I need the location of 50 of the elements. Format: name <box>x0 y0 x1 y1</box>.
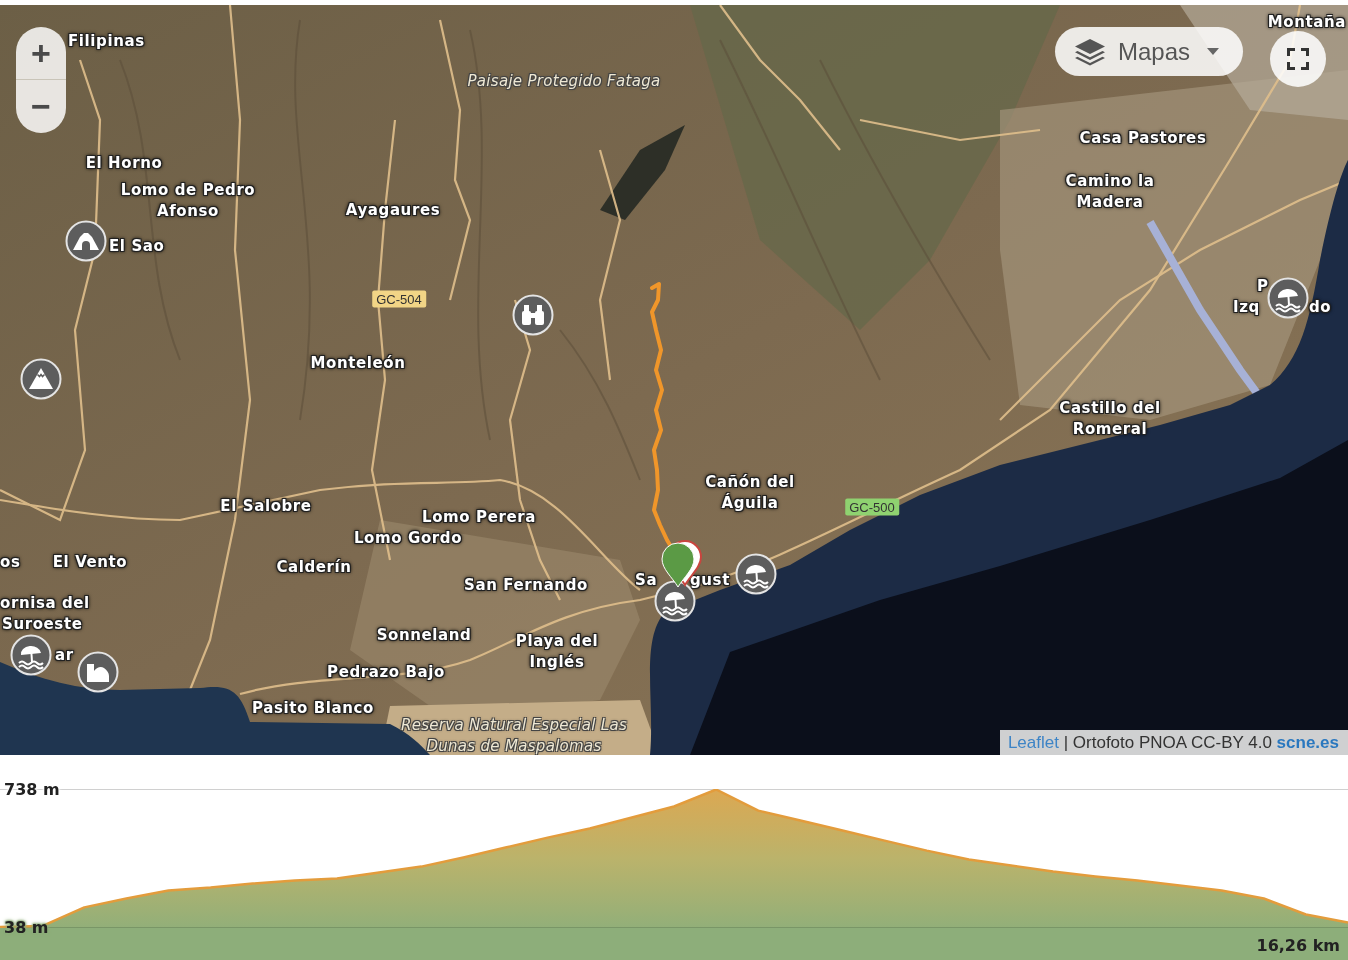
place-label: San Fernando <box>464 575 588 596</box>
layers-icon <box>1074 37 1106 66</box>
road-shield: GC-500 <box>845 498 899 516</box>
attribution-text: Leaflet | Ortofoto PNOA CC-BY 4.0 scne.es <box>999 730 1348 755</box>
place-label: Camino la Madera <box>1064 171 1156 213</box>
place-label: do <box>1309 297 1332 318</box>
binoculars-icon <box>512 294 554 336</box>
place-label: ornisa del <box>0 593 90 614</box>
distance-label: 16,26 km <box>1256 936 1340 956</box>
caret-icon <box>1207 48 1220 55</box>
place-label: Lomo Perera <box>422 507 536 528</box>
layer-switcher-button[interactable]: Mapas <box>1055 27 1243 76</box>
beach-umbrella-icon <box>735 553 777 595</box>
place-label: Lomo de Pedro Afonso <box>119 180 257 222</box>
place-label: Playa del Inglés <box>514 631 600 673</box>
zoom-in-button[interactable]: + <box>16 27 66 80</box>
place-label: Montaña <box>1267 12 1346 33</box>
zoom-out-button[interactable]: − <box>16 80 66 133</box>
protected-area-label: Paisaje Protegido Fataga <box>467 71 661 92</box>
place-label: Filipinas <box>68 31 145 52</box>
beach-umbrella-icon <box>1267 277 1309 319</box>
place-label: Izq <box>1233 297 1260 318</box>
place-label: El Horno <box>85 153 163 174</box>
place-label: ar <box>55 645 74 666</box>
place-label: Sa <box>635 570 658 591</box>
mountain-peak-icon <box>20 358 62 400</box>
protected-area-label: Reserva Natural Especial Las Dunas de Maspalomas <box>399 715 629 755</box>
place-label: Ayagaures <box>345 200 441 221</box>
place-label: Calderín <box>276 557 352 578</box>
place-label: Cañón del Águila <box>704 472 796 514</box>
place-label: Sonneland <box>376 625 472 646</box>
place-label: El Vento <box>52 552 128 573</box>
beach-umbrella-icon <box>10 634 52 676</box>
place-label: Casa Pastores <box>1079 128 1207 149</box>
place-label: Lomo Gordo <box>353 528 463 549</box>
fullscreen-icon <box>1287 48 1309 70</box>
place-label: os <box>0 552 21 573</box>
place-label: Monteleón <box>310 353 406 374</box>
place-label: gust <box>690 570 730 591</box>
place-label: Pasito Blanco <box>252 698 374 719</box>
place-label: El Salobre <box>220 496 312 517</box>
place-label: P <box>1257 276 1269 297</box>
y-tick-label: 738 m <box>4 779 60 800</box>
road-shield: GC-504 <box>372 290 426 308</box>
place-label: Castillo del Romeral <box>1058 398 1162 440</box>
building-icon <box>77 651 119 693</box>
cave-icon <box>65 220 107 262</box>
place-label: Suroeste <box>2 614 83 635</box>
place-label: El Sao <box>109 236 165 257</box>
place-label: Pedrazo Bajo <box>327 662 445 683</box>
